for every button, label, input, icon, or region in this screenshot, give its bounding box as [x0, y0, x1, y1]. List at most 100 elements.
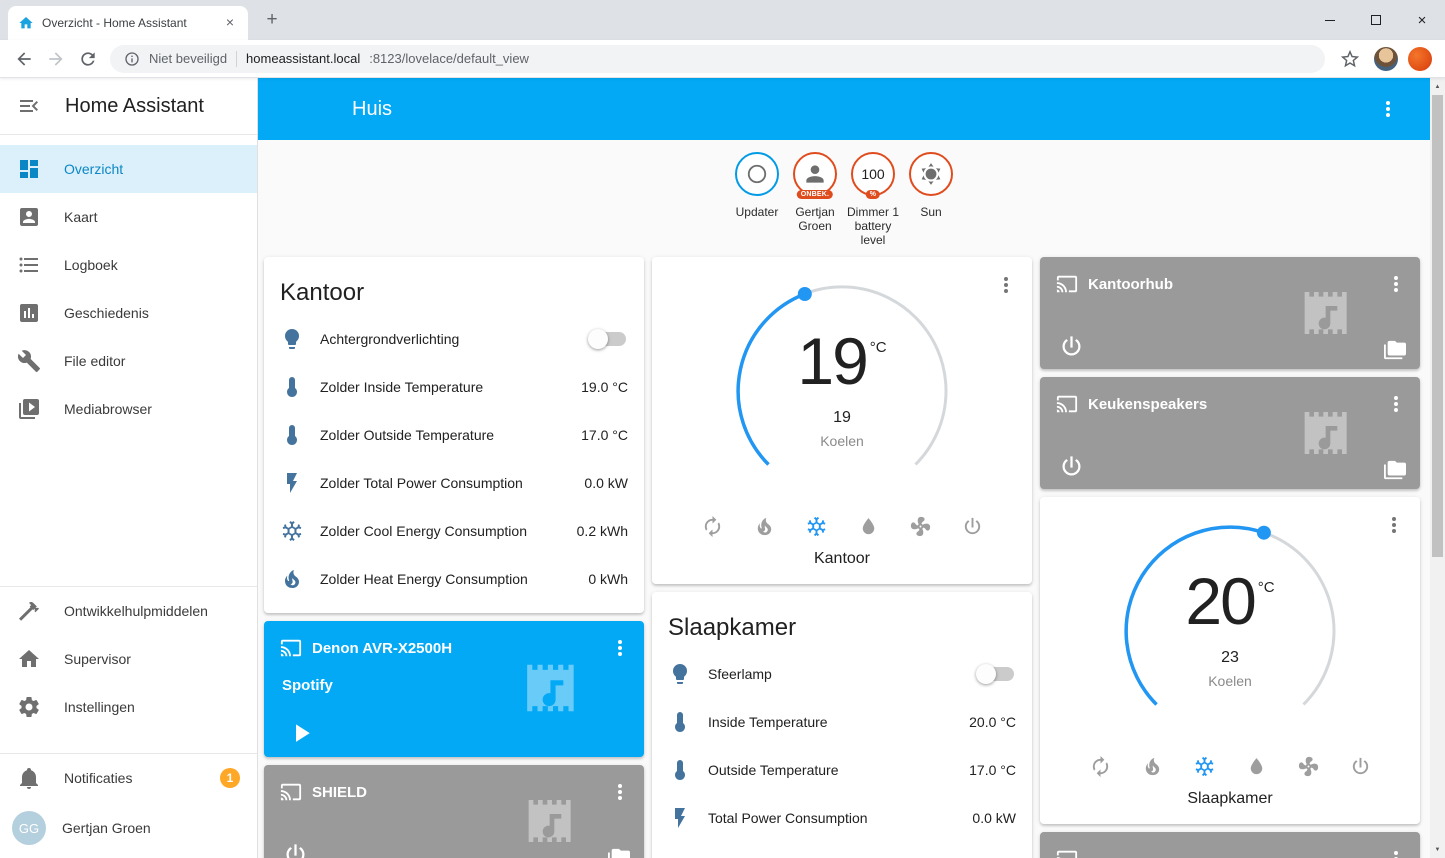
- browser-profile-icon[interactable]: [1408, 46, 1432, 71]
- entity-name: Outside Temperature: [708, 762, 839, 779]
- movie-music-icon: [1300, 285, 1356, 341]
- sidebar-item-kaart[interactable]: Kaart: [0, 193, 257, 241]
- badge-value: 100: [861, 166, 885, 182]
- entity-row[interactable]: Zolder Cool Energy Consumption 0.2 kWh: [264, 507, 644, 555]
- hvac-mode-buttons: [1040, 755, 1420, 778]
- badge-battery[interactable]: 100 % Dimmer 1 battery level: [844, 152, 902, 247]
- window-maximize-button[interactable]: [1353, 0, 1399, 40]
- browse-media-button[interactable]: [1384, 459, 1406, 481]
- forward-button[interactable]: [42, 45, 70, 73]
- cool-mode-icon[interactable]: [805, 515, 828, 538]
- more-menu-button[interactable]: [608, 636, 632, 660]
- entity-row[interactable]: Zolder Heat Energy Consumption 0 kWh: [264, 555, 644, 603]
- sidebar-item-file-editor[interactable]: File editor: [0, 337, 257, 385]
- card-columns: Kantoor Achtergrondverlichting Zolder In…: [258, 247, 1430, 858]
- more-menu-button[interactable]: [994, 273, 1018, 297]
- play-button[interactable]: [286, 718, 316, 748]
- browse-media-button[interactable]: [1384, 339, 1406, 361]
- play-box-icon: [17, 397, 41, 421]
- sidebar-item-ontwikkelhulpmiddelen[interactable]: Ontwikkelhulpmiddelen: [0, 587, 257, 635]
- sun-icon: [918, 161, 944, 187]
- entity-row[interactable]: Zolder Inside Temperature 19.0 °C: [264, 363, 644, 411]
- window-minimize-button[interactable]: [1307, 0, 1353, 40]
- badge-circle: [909, 152, 953, 196]
- header-menu-button[interactable]: [1376, 97, 1400, 121]
- hvac-mode-label: Koelen: [1208, 673, 1252, 690]
- sidebar-item-geschiedenis[interactable]: Geschiedenis: [0, 289, 257, 337]
- badge-sun[interactable]: Sun: [902, 152, 960, 219]
- address-bar[interactable]: Niet beveiligd homeassistant.local:8123/…: [110, 44, 1325, 73]
- more-menu-button[interactable]: [1382, 513, 1406, 537]
- scrollbar-down-arrow[interactable]: ▼: [1430, 842, 1445, 857]
- thermostat-name: Slaapkamer: [1187, 790, 1273, 808]
- sidebar-item-overzicht[interactable]: Overzicht: [0, 145, 257, 193]
- dry-mode-icon[interactable]: [1245, 755, 1268, 778]
- more-menu-button[interactable]: [1384, 847, 1408, 858]
- home-assistant-icon: [17, 647, 41, 671]
- scrollbar-thumb[interactable]: [1432, 95, 1443, 557]
- browse-media-button[interactable]: [608, 847, 630, 858]
- window-close-button[interactable]: ×: [1399, 0, 1445, 40]
- power-button[interactable]: [1058, 453, 1085, 480]
- badge-updater[interactable]: Updater: [728, 152, 786, 219]
- url-host: homeassistant.local: [246, 51, 361, 66]
- more-menu-button[interactable]: [608, 780, 632, 804]
- tab-close-icon[interactable]: ×: [222, 15, 238, 31]
- toggle-switch[interactable]: [588, 329, 626, 350]
- account-box-icon: [17, 205, 41, 229]
- sidebar-header: Home Assistant: [0, 78, 257, 135]
- screen: Overzicht - Home Assistant × + × Niet be…: [0, 0, 1445, 858]
- sidebar-item-supervisor[interactable]: Supervisor: [0, 635, 257, 683]
- more-menu-button[interactable]: [1384, 392, 1408, 416]
- sidebar-toggle-icon[interactable]: [17, 94, 41, 118]
- entity-row[interactable]: Zolder Total Power Consumption 0.0 kW: [264, 459, 644, 507]
- bell-icon: [17, 766, 41, 790]
- heat-mode-icon[interactable]: [1141, 755, 1164, 778]
- current-temperature: 19 °C: [797, 328, 886, 394]
- browser-avatar[interactable]: [1374, 46, 1398, 71]
- entity-name: Achtergrondverlichting: [320, 331, 460, 348]
- thermostat-dial[interactable]: 19 °C 19 Koelen: [722, 271, 962, 511]
- heat-mode-icon[interactable]: [753, 515, 776, 538]
- power-button[interactable]: [1058, 333, 1085, 360]
- entity-row[interactable]: Total Power Consumption 0.0 kW: [652, 794, 1032, 842]
- back-button[interactable]: [10, 45, 38, 73]
- new-tab-button[interactable]: +: [258, 6, 286, 34]
- badge-person[interactable]: ONBEK. Gertjan Groen: [786, 152, 844, 233]
- dry-mode-icon[interactable]: [857, 515, 880, 538]
- lightbulb-icon: [280, 327, 304, 351]
- entity-row[interactable]: Inside Temperature 20.0 °C: [652, 698, 1032, 746]
- toggle-switch[interactable]: [976, 664, 1014, 685]
- cool-mode-icon[interactable]: [1193, 755, 1216, 778]
- temperature-unit: °C: [869, 339, 887, 357]
- thermostat-dial[interactable]: 20 °C 23 Koelen: [1110, 511, 1350, 751]
- auto-mode-icon[interactable]: [1089, 755, 1112, 778]
- off-mode-icon[interactable]: [1349, 755, 1372, 778]
- sidebar-item-instellingen[interactable]: Instellingen: [0, 683, 257, 731]
- more-menu-button[interactable]: [1384, 272, 1408, 296]
- sidebar-item-label: Instellingen: [64, 699, 135, 715]
- sidebar-item-logboek[interactable]: Logboek: [0, 241, 257, 289]
- entity-row[interactable]: Sfeerlamp: [652, 650, 1032, 698]
- sidebar-item-label: Overzicht: [64, 161, 124, 177]
- media-title: Denon AVR-X2500H: [312, 639, 453, 657]
- sidebar-item-mediabrowser[interactable]: Mediabrowser: [0, 385, 257, 433]
- reload-button[interactable]: [74, 45, 102, 73]
- scrollbar-up-arrow[interactable]: ▲: [1430, 79, 1445, 94]
- site-info-icon[interactable]: [124, 51, 140, 67]
- off-mode-icon[interactable]: [961, 515, 984, 538]
- user-avatar: GG: [12, 811, 46, 845]
- sidebar-item-notificaties[interactable]: Notificaties 1: [0, 754, 257, 802]
- fan-mode-icon[interactable]: [1297, 755, 1320, 778]
- auto-mode-icon[interactable]: [701, 515, 724, 538]
- bookmark-star-icon[interactable]: [1339, 48, 1361, 70]
- page-scrollbar[interactable]: ▲ ▼: [1430, 78, 1445, 858]
- entity-row[interactable]: Zolder Outside Temperature 17.0 °C: [264, 411, 644, 459]
- entity-name: Inside Temperature: [708, 714, 828, 731]
- sidebar-user[interactable]: GG Gertjan Groen: [0, 802, 257, 858]
- entity-row[interactable]: Achtergrondverlichting: [264, 315, 644, 363]
- browser-tab[interactable]: Overzicht - Home Assistant ×: [8, 6, 248, 40]
- entity-row[interactable]: Outside Temperature 17.0 °C: [652, 746, 1032, 794]
- power-button[interactable]: [282, 841, 309, 858]
- fan-mode-icon[interactable]: [909, 515, 932, 538]
